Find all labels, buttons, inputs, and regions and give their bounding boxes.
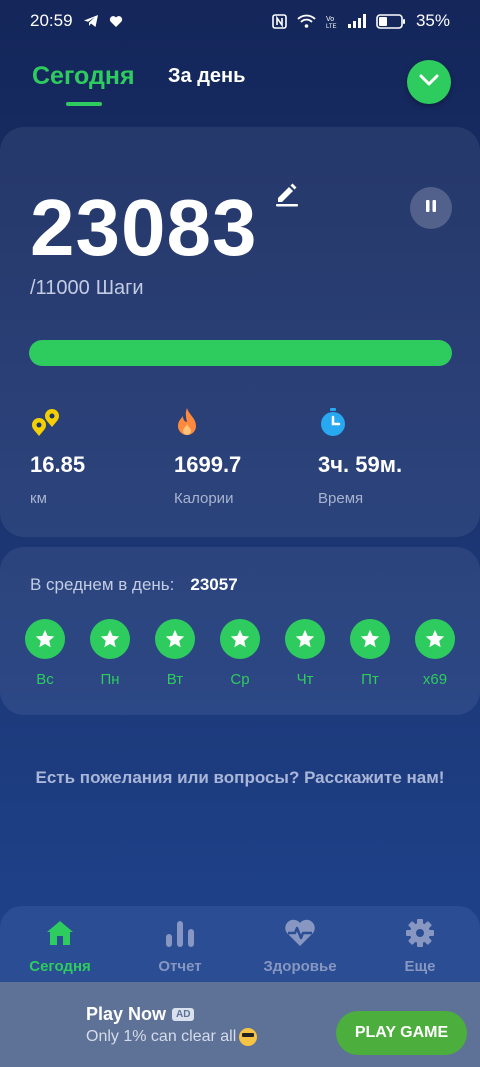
- star-icon: [415, 619, 455, 659]
- stat-time-label: Время: [318, 490, 364, 507]
- day-label: Пт: [361, 671, 379, 688]
- goal-value: /11000: [30, 277, 90, 299]
- average-value: 23057: [190, 575, 238, 594]
- nav-label-more: Еще: [404, 958, 436, 975]
- day-badge[interactable]: Пт: [350, 619, 390, 688]
- stat-time: 3ч. 59м. Время: [318, 406, 458, 507]
- star-icon: [155, 619, 195, 659]
- ad-subtitle-row: Only 1% can clear all: [86, 1028, 258, 1046]
- sunglasses-emoji-icon: [239, 1028, 258, 1046]
- star-icon: [285, 619, 325, 659]
- status-left: 20:59: [30, 11, 123, 31]
- day-label: Вт: [166, 671, 184, 688]
- bottom-nav: Сегодня Отчет Здоровье Еще: [0, 906, 480, 984]
- day-badge[interactable]: Чт: [285, 619, 325, 688]
- day-badge[interactable]: Вт: [155, 619, 195, 688]
- star-icon: [220, 619, 260, 659]
- day-label: x69: [422, 671, 448, 688]
- stat-time-value: 3ч. 59м.: [318, 452, 403, 477]
- pause-button[interactable]: [410, 187, 452, 229]
- steps-count: 23083: [30, 183, 258, 272]
- tab-day[interactable]: За день: [168, 65, 245, 88]
- battery-percent: 35%: [415, 11, 450, 30]
- stat-calories: 1699.7 Калории: [174, 406, 314, 507]
- gear-icon: [405, 918, 435, 948]
- star-icon: [25, 619, 65, 659]
- wifi-icon: [297, 14, 316, 28]
- steps-progress-bar: [29, 340, 452, 366]
- nav-label-health: Здоровье: [263, 958, 337, 975]
- stat-calories-value: 1699.7: [174, 452, 242, 477]
- stat-distance-label: км: [30, 490, 47, 507]
- nfc-icon: [272, 13, 287, 29]
- nav-label-report: Отчет: [158, 958, 202, 975]
- stat-calories-label: Калории: [174, 490, 234, 507]
- svg-text:LTE: LTE: [326, 24, 337, 29]
- stat-distance-value: 16.85: [30, 452, 86, 477]
- status-right: Vo LTE 35%: [272, 11, 450, 31]
- nav-item-today[interactable]: Сегодня: [5, 918, 115, 984]
- day-label: Чт: [296, 671, 314, 688]
- svg-text:Vo: Vo: [326, 16, 334, 23]
- play-game-button[interactable]: PLAY GAME: [336, 1011, 467, 1055]
- weekday-badges: Вс Пн Вт Ср Чт Пт x69: [25, 619, 455, 688]
- nav-item-more[interactable]: Еще: [365, 918, 475, 984]
- steps-progress-fill: [29, 340, 452, 366]
- top-tabs: Сегодня За день: [0, 58, 480, 110]
- heart-icon: [109, 15, 123, 28]
- day-badge[interactable]: Ср: [220, 619, 260, 688]
- tab-today-indicator: [66, 102, 102, 106]
- summary-card: 23083 /11000 Шаги 16.85 км 1699.7 Калори…: [0, 127, 480, 537]
- average-label: В среднем в день:: [30, 575, 175, 594]
- signal-icon: [347, 14, 366, 28]
- volte-icon: Vo LTE: [326, 14, 338, 29]
- day-label: Ср: [230, 671, 250, 688]
- day-label: Вс: [36, 671, 54, 688]
- status-time: 20:59: [30, 11, 73, 30]
- home-icon: [45, 918, 75, 948]
- nav-item-health[interactable]: Здоровье: [245, 918, 355, 984]
- day-badge[interactable]: Пн: [90, 619, 130, 688]
- steps-goal: /11000 Шаги: [30, 277, 144, 300]
- nav-label-today: Сегодня: [29, 958, 91, 975]
- stat-distance: 16.85 км: [30, 406, 170, 507]
- ad-subtitle: Only 1% can clear all: [86, 1028, 237, 1045]
- nav-item-report[interactable]: Отчет: [125, 918, 235, 984]
- average-card: В среднем в день: 23057 Вс Пн Вт Ср Чт П…: [0, 547, 480, 715]
- status-bar: 20:59 Vo LTE 35%: [0, 0, 480, 42]
- dropdown-button[interactable]: [407, 60, 451, 104]
- ad-title: Play Now: [86, 1004, 167, 1024]
- bar-chart-icon: [164, 918, 196, 948]
- star-icon: [90, 619, 130, 659]
- heart-pulse-icon: [284, 918, 316, 948]
- tab-today[interactable]: Сегодня: [32, 62, 135, 91]
- stopwatch-icon: [318, 406, 350, 438]
- battery-icon: [376, 13, 406, 29]
- distance-icon: [30, 406, 62, 438]
- telegram-icon: [83, 14, 99, 28]
- ad-badge: AD: [172, 1008, 195, 1021]
- chevron-down-icon: [419, 73, 439, 91]
- day-label: Пн: [100, 671, 120, 688]
- flame-icon: [174, 406, 206, 438]
- day-badge[interactable]: x69: [415, 619, 455, 688]
- pause-icon: [424, 199, 438, 218]
- average-row: В среднем в день: 23057: [30, 575, 238, 595]
- edit-icon[interactable]: [274, 181, 300, 212]
- goal-unit: Шаги: [95, 277, 144, 299]
- ad-title-row: Play Now AD: [86, 1004, 195, 1025]
- ad-banner[interactable]: Play Now AD Only 1% can clear all PLAY G…: [0, 982, 480, 1067]
- day-badge[interactable]: Вс: [25, 619, 65, 688]
- feedback-link[interactable]: Есть пожелания или вопросы? Расскажите н…: [30, 766, 450, 789]
- star-icon: [350, 619, 390, 659]
